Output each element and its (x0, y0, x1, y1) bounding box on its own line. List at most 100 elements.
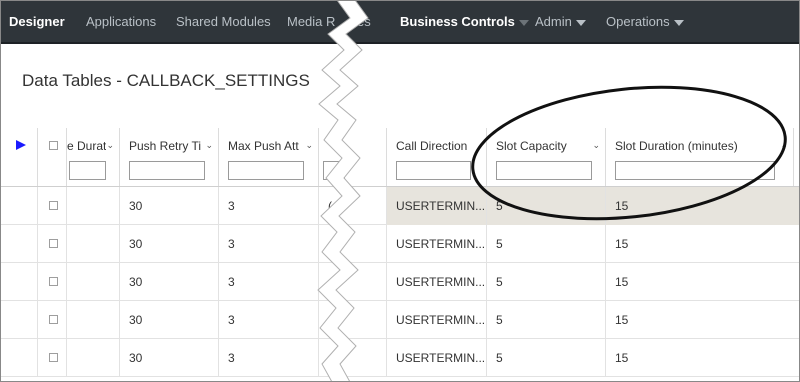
cell-value: 5 (496, 275, 503, 289)
column-menu-icon[interactable]: ⌄ (205, 140, 213, 151)
cell-value: ( (328, 199, 332, 213)
row-checkbox[interactable] (49, 239, 58, 248)
column-header-duration[interactable]: e Durat ⌄ (67, 128, 120, 186)
cell-value: 5 (496, 313, 503, 327)
nav-operations-label: Operations (606, 14, 670, 29)
table-row[interactable]: 30 3 (E USERTERMIN... 5 15 (0, 339, 800, 377)
cell-duration (67, 225, 120, 263)
cell-max-push: 3 (219, 301, 319, 339)
filter-input-slot-duration[interactable] (615, 161, 775, 180)
cell-slot-capacity: 5 (487, 339, 606, 377)
cell-hidden: ( (319, 187, 387, 225)
nav-media-resources[interactable]: Media R (287, 14, 335, 29)
cell-duration (67, 301, 120, 339)
column-header-push-retry[interactable]: Push Retry Ti ⌄ (120, 128, 219, 186)
cell-value: 15 (615, 313, 629, 327)
column-menu-icon[interactable]: ⌄ (780, 140, 788, 151)
column-label-max-push: Max Push Att (228, 139, 299, 153)
cell-value: USERTERMIN... (396, 351, 486, 365)
chevron-down-icon (518, 19, 529, 26)
cell-value: USERTERMIN... (396, 275, 486, 289)
cell-value: 3 (228, 199, 235, 213)
table-row[interactable]: 30 3 USERTERMIN... 5 15 (0, 225, 800, 263)
row-checkbox-cell (38, 187, 67, 225)
nav-admin[interactable]: Admin (535, 14, 586, 29)
filter-input-hidden[interactable] (323, 161, 345, 180)
column-label-call-direction: Call Direction (396, 139, 468, 153)
column-header-slot-duration[interactable]: Slot Duration (minutes) ⌄ (606, 128, 794, 186)
column-menu-icon[interactable]: ⌄ (592, 140, 600, 151)
row-checkbox-cell (38, 301, 67, 339)
cell-value: 3 (228, 237, 235, 251)
cell-value: 5 (496, 199, 503, 213)
nav-business-controls[interactable]: Business Controls (400, 14, 529, 29)
column-header-max-push[interactable]: Max Push Att ⌄ (219, 128, 319, 186)
cell-max-push: 3 (219, 263, 319, 301)
row-checkbox[interactable] (49, 201, 58, 210)
filter-input-push-retry[interactable] (129, 161, 205, 180)
row-selector-cell (0, 225, 38, 263)
cell-value: 5 (496, 237, 503, 251)
cell-value: 3 (228, 351, 235, 365)
column-menu-icon[interactable]: ⌄ (305, 140, 313, 151)
row-checkbox[interactable] (49, 353, 58, 362)
row-checkbox-cell (38, 263, 67, 301)
table-row[interactable]: 30 3 USERTERMIN... 5 15 (0, 301, 800, 339)
cell-slot-duration: 15 (606, 301, 800, 339)
filter-input-duration[interactable] (69, 161, 106, 180)
nav-shared-modules[interactable]: Shared Modules (176, 14, 271, 29)
cell-slot-duration: 15 (606, 263, 800, 301)
cell-slot-capacity: 5 (487, 225, 606, 263)
table-row[interactable]: 30 3 ( USERTERMIN... 5 15 (0, 187, 800, 225)
cell-value: 15 (615, 275, 629, 289)
cell-call-direction: USERTERMIN... (387, 263, 487, 301)
nav-applications[interactable]: Applications (86, 14, 156, 29)
cell-value: 15 (615, 351, 629, 365)
cell-push-retry: 30 (120, 225, 219, 263)
cell-value: 30 (129, 237, 143, 251)
filter-input-slot-capacity[interactable] (496, 161, 592, 180)
nav-brand-designer[interactable]: Designer (9, 14, 65, 29)
cell-value: 30 (129, 351, 143, 365)
nav-operations[interactable]: Operations (606, 14, 684, 29)
play-arrow-icon[interactable] (16, 140, 26, 150)
cell-value: USERTERMIN... (396, 313, 486, 327)
select-all-checkbox[interactable] (49, 141, 58, 150)
cell-push-retry: 30 (120, 187, 219, 225)
cell-max-push: 3 (219, 187, 319, 225)
column-menu-icon[interactable]: ⌄ (106, 140, 114, 151)
row-selector-cell (0, 263, 38, 301)
header-checkbox-cell (38, 128, 67, 186)
filter-input-max-push[interactable] (228, 161, 304, 180)
column-header-hidden[interactable] (319, 128, 387, 186)
cell-value: 3 (228, 313, 235, 327)
table-row[interactable]: 30 3 USERTERMIN... 5 15 (0, 263, 800, 301)
filter-input-call-direction[interactable] (396, 161, 471, 180)
column-label-duration: e Durat (67, 139, 107, 153)
cell-call-direction: USERTERMIN... (387, 187, 487, 225)
cell-slot-duration: 15 (606, 187, 800, 225)
cell-value: (E (328, 351, 340, 365)
page-title: Data Tables - CALLBACK_SETTINGS (22, 71, 310, 90)
cell-value: 5 (496, 351, 503, 365)
cell-value: USERTERMIN... (396, 199, 486, 213)
cell-push-retry: 30 (120, 339, 219, 377)
row-selector-cell (0, 301, 38, 339)
column-label-push-retry: Push Retry Ti (129, 139, 202, 153)
cell-push-retry: 30 (120, 263, 219, 301)
cell-slot-duration: 15 (606, 225, 800, 263)
cell-duration (67, 187, 120, 225)
column-header-call-direction[interactable]: Call Direction (387, 128, 487, 186)
cell-hidden (319, 225, 387, 263)
row-checkbox[interactable] (49, 315, 58, 324)
chevron-down-icon (673, 19, 684, 26)
cell-hidden: (E (319, 339, 387, 377)
header-selector-cell (0, 128, 38, 186)
cell-value: 3 (228, 275, 235, 289)
top-navigation-bar: Designer Applications Shared Modules Med… (0, 0, 800, 44)
cell-slot-capacity: 5 (487, 187, 606, 225)
data-table: e Durat ⌄ Push Retry Ti ⌄ Max Push Att ⌄… (0, 128, 800, 382)
nav-media-resources-tail[interactable]: es (357, 14, 371, 29)
row-checkbox[interactable] (49, 277, 58, 286)
column-header-slot-capacity[interactable]: Slot Capacity ⌄ (487, 128, 606, 186)
